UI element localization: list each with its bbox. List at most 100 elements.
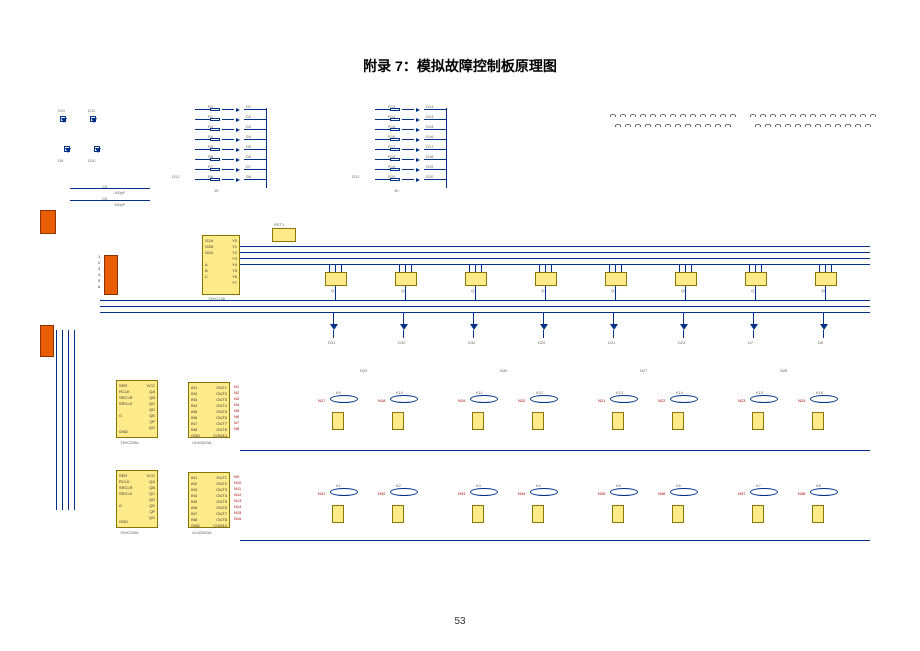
connector-pin <box>815 124 821 127</box>
connector-pin <box>615 124 621 127</box>
led-icon <box>414 138 422 142</box>
connector-pin <box>725 124 731 127</box>
connector-pin <box>805 124 811 127</box>
bus-device <box>325 272 347 286</box>
bus-device <box>745 272 767 286</box>
diode-icon <box>400 324 408 330</box>
relay-contact <box>812 412 824 430</box>
led-icon <box>234 138 242 142</box>
relay-coil-icon <box>750 395 778 403</box>
led-icon <box>60 116 66 122</box>
led-ref: D10 <box>88 158 95 163</box>
relay-coil-icon <box>610 488 638 496</box>
relay-contact <box>752 505 764 523</box>
diode-icon <box>820 324 828 330</box>
ic-decoder: G1A G2B G2A A B C Y0 Y1 Y2 Y3 Y4 Y5 Y6 Y… <box>202 235 240 295</box>
pin-num: 2 <box>98 260 100 265</box>
bus-device <box>395 272 417 286</box>
diode-icon <box>750 324 758 330</box>
connector-pin <box>820 114 826 117</box>
connector-pin <box>835 124 841 127</box>
connector-pin <box>690 114 696 117</box>
diode-icon <box>680 324 688 330</box>
relay-contact <box>532 412 544 430</box>
relay-contact <box>532 505 544 523</box>
relay-contact <box>672 412 684 430</box>
led-ref: D12 <box>88 108 95 113</box>
connector-pin <box>855 124 861 127</box>
cap-value: 100pF <box>114 202 125 207</box>
connector-pin <box>640 114 646 117</box>
connector-pin <box>750 114 756 117</box>
connector-pin <box>800 114 806 117</box>
connector-pin <box>665 124 671 127</box>
connector-pin <box>760 114 766 117</box>
connector-pin <box>610 114 616 117</box>
pin-num: 3 <box>98 266 100 271</box>
wire <box>62 330 63 510</box>
ic-driver-1: IN1 IN2 IN3 IN4 IN5 IN6 IN7 IN8 GND OUT1… <box>188 382 230 438</box>
connector-pin <box>860 114 866 117</box>
bus-device <box>465 272 487 286</box>
connector-pin <box>830 114 836 117</box>
relay-contact <box>392 412 404 430</box>
connector-pin <box>635 124 641 127</box>
connector-pin <box>720 114 726 117</box>
connector-pin <box>825 124 831 127</box>
wire <box>70 188 150 189</box>
db25-connector-1 <box>610 114 740 136</box>
led-ref: D11 <box>58 108 65 113</box>
led-icon <box>94 146 100 152</box>
connector-pin <box>710 114 716 117</box>
connector-pin <box>755 124 761 127</box>
bus-device <box>535 272 557 286</box>
connector-pin <box>700 114 706 117</box>
led-icon <box>90 116 96 122</box>
led-icon <box>234 178 242 182</box>
connector-pin <box>705 124 711 127</box>
connector-pin <box>655 124 661 127</box>
ic-shift-reg-2: SER RCLK SRCLR SRCLK G GND VCC QA QB QC … <box>116 470 158 528</box>
led-icon <box>234 118 242 122</box>
connector-pin <box>675 124 681 127</box>
pin-num: 6 <box>98 284 100 289</box>
relay-coil-icon <box>330 395 358 403</box>
connector-pin <box>785 124 791 127</box>
relay-coil-icon <box>810 395 838 403</box>
connector-pin <box>840 114 846 117</box>
led-icon <box>234 158 242 162</box>
connector-j3 <box>40 325 54 357</box>
relay-coil-icon <box>530 395 558 403</box>
connector-pin <box>630 114 636 117</box>
db25-connector-2 <box>750 114 870 136</box>
relay-contact <box>392 505 404 523</box>
relay-contact <box>472 505 484 523</box>
cap-value: 100pF <box>114 190 125 195</box>
relay-contact <box>332 412 344 430</box>
led-icon <box>414 178 422 182</box>
wire <box>240 258 870 259</box>
relay-contact <box>812 505 824 523</box>
connector-pin <box>775 124 781 127</box>
connector-pin <box>850 114 856 117</box>
led-icon <box>64 146 70 152</box>
bus-device <box>815 272 837 286</box>
connector-j1 <box>40 210 56 234</box>
relay-coil-icon <box>670 488 698 496</box>
bus-device <box>605 272 627 286</box>
connector-j2 <box>104 255 118 295</box>
relay-coil-icon <box>750 488 778 496</box>
wire <box>100 306 870 307</box>
connector-pin <box>680 114 686 117</box>
connector-pin <box>865 124 871 127</box>
relay-contact <box>612 412 624 430</box>
led-icon <box>414 128 422 132</box>
led-icon <box>234 108 242 112</box>
schematic-title: 附录 7：模拟故障控制板原理图 <box>363 56 557 76</box>
relay-contact <box>472 412 484 430</box>
connector-pin <box>845 124 851 127</box>
connector-pin <box>650 114 656 117</box>
ic-shift-reg-1: SER RCLK SRCLR SRCLK G GND VCC QA QB QC … <box>116 380 158 438</box>
wire <box>240 246 870 247</box>
schematic-canvas: D11 D12 D9 D10 C5 100pF C6 100pF 1 2 3 4… <box>40 100 880 591</box>
